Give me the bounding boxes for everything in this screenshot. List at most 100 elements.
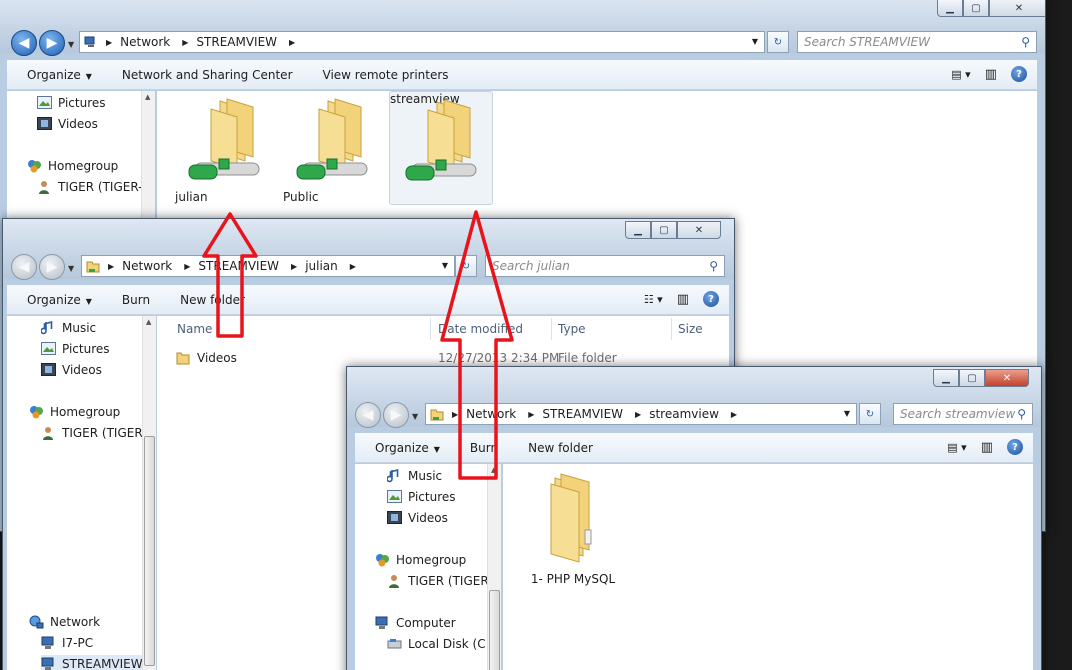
share-label-julian: julian <box>175 190 208 204</box>
tree-item-pictures[interactable]: Pictures <box>37 94 106 112</box>
minimize-button[interactable]: ▁ <box>937 0 963 17</box>
preview-pane-icon[interactable]: ▥ <box>981 440 993 455</box>
search-icon: ⚲ <box>1021 35 1030 49</box>
network-share-folder-icon <box>188 98 260 180</box>
tree-item-homegroup[interactable]: Homegroup <box>27 157 118 175</box>
breadcrumb-streamview[interactable]: STREAMVIEW <box>198 259 279 273</box>
address-dropdown[interactable]: ▼ <box>844 409 850 418</box>
change-view-icon[interactable]: ☷ ▾ <box>644 293 663 306</box>
breadcrumb-julian[interactable]: julian <box>305 259 338 273</box>
tree-item-i7-pc[interactable]: I7-PC <box>41 634 93 652</box>
preview-pane-icon[interactable]: ▥ <box>677 292 689 307</box>
refresh-button[interactable]: ↻ <box>859 403 881 425</box>
new-folder-button[interactable]: New folder <box>180 293 245 307</box>
organize-button[interactable]: Organize ▼ <box>27 68 92 82</box>
new-folder-button[interactable]: New folder <box>528 441 593 455</box>
folder-icon <box>550 473 592 563</box>
share-item-public[interactable]: Public <box>283 95 383 205</box>
minimize-button[interactable]: ▁ <box>933 369 959 387</box>
forward-button[interactable]: ▶ <box>39 30 65 56</box>
address-dropdown[interactable]: ▼ <box>442 261 448 270</box>
tree-item-pictures[interactable]: Pictures <box>387 488 456 506</box>
column-header-type[interactable]: Type <box>558 322 586 336</box>
back-button[interactable]: ◀ <box>11 254 37 280</box>
tree-item-computer[interactable]: Computer <box>375 614 456 632</box>
maximize-button[interactable]: ▢ <box>959 369 985 387</box>
address-bar[interactable]: ▶ Network ▶ STREAMVIEW ▶ streamview ▶ ▼ <box>425 403 857 425</box>
network-sharing-center-button[interactable]: Network and Sharing Center <box>122 68 293 82</box>
network-share-folder-icon <box>405 99 477 181</box>
search-input[interactable]: Search STREAMVIEW ⚲ <box>797 31 1037 53</box>
tree-item-pictures[interactable]: Pictures <box>41 340 110 358</box>
address-dropdown[interactable]: ▼ <box>752 37 758 46</box>
burn-button[interactable]: Burn <box>470 441 498 455</box>
help-icon[interactable]: ? <box>703 291 719 307</box>
burn-button[interactable]: Burn <box>122 293 150 307</box>
tree-item-tiger[interactable]: TIGER (TIGER-P <box>387 572 489 590</box>
window-streamview: ▁ ▢ ✕ ◀ ▶ ▼ ▶ Network ▶ STREAMVIEW ▶ str… <box>346 366 1042 670</box>
change-view-icon[interactable]: ▤ ▾ <box>947 441 966 454</box>
scrollbar-thumb[interactable] <box>144 436 155 666</box>
recent-pages-dropdown[interactable]: ▼ <box>68 264 74 273</box>
user-icon <box>387 574 402 588</box>
tree-item-tiger[interactable]: TIGER (TIGER-P <box>41 424 145 442</box>
breadcrumb-network[interactable]: Network <box>122 259 172 273</box>
recent-pages-dropdown[interactable]: ▼ <box>68 40 74 49</box>
tree-item-network[interactable]: Network <box>29 613 100 631</box>
change-view-icon[interactable]: ▤ ▾ <box>951 68 970 81</box>
recent-pages-dropdown[interactable]: ▼ <box>412 412 418 421</box>
tree-item-homegroup[interactable]: Homegroup <box>375 551 466 569</box>
minimize-button[interactable]: ▁ <box>625 221 651 239</box>
breadcrumb-streamview-share[interactable]: streamview <box>649 407 719 421</box>
forward-button[interactable]: ▶ <box>39 254 65 280</box>
refresh-button[interactable]: ↻ <box>455 255 477 277</box>
address-bar[interactable]: ▶ Network ▶ STREAMVIEW ▶ ▼ <box>79 31 765 53</box>
navigation-scrollbar[interactable]: ▲ <box>142 316 156 670</box>
organize-button[interactable]: Organize ▼ <box>375 441 440 455</box>
tree-item-tiger[interactable]: TIGER (TIGER-P <box>37 178 149 196</box>
maximize-button[interactable]: ▢ <box>963 0 989 17</box>
share-label-public: Public <box>283 190 319 204</box>
tree-item-videos[interactable]: Videos <box>37 115 98 133</box>
tree-item-videos[interactable]: Videos <box>41 361 102 379</box>
breadcrumb-network[interactable]: Network <box>466 407 516 421</box>
column-header-name[interactable]: Name <box>177 322 212 336</box>
address-bar[interactable]: ▶ Network ▶ STREAMVIEW ▶ julian ▶ ▼ <box>81 255 455 277</box>
column-header-size[interactable]: Size <box>678 322 703 336</box>
help-icon[interactable]: ? <box>1011 66 1027 82</box>
maximize-button[interactable]: ▢ <box>651 221 677 239</box>
tree-item-streamview[interactable]: STREAMVIEW <box>41 655 145 670</box>
computer-icon <box>41 636 56 650</box>
close-button[interactable]: ✕ <box>677 221 721 239</box>
navigation-scrollbar[interactable]: ▲ <box>487 464 501 670</box>
help-icon[interactable]: ? <box>1007 439 1023 455</box>
share-item-streamview[interactable]: streamview <box>389 91 493 205</box>
column-header-date[interactable]: Date modified <box>438 322 523 336</box>
back-button[interactable]: ◀ <box>11 30 37 56</box>
window-caption-buttons: ▁ ▢ ✕ <box>625 221 721 241</box>
search-input[interactable]: Search streamview ⚲ <box>893 403 1033 425</box>
close-button[interactable]: ✕ <box>985 369 1029 387</box>
folder-label: 1- PHP MySQL <box>530 572 616 586</box>
table-row[interactable]: Videos 12/27/2013 2:34 PM File folder <box>175 348 725 368</box>
close-button[interactable]: ✕ <box>989 0 1045 17</box>
preview-pane-icon[interactable]: ▥ <box>985 67 997 82</box>
tree-item-music[interactable]: Music <box>40 319 96 337</box>
refresh-button[interactable]: ↻ <box>767 31 789 53</box>
share-item-julian[interactable]: julian <box>175 95 275 205</box>
tree-item-music[interactable]: Music <box>386 467 442 485</box>
search-input[interactable]: Search julian ⚲ <box>485 255 725 277</box>
view-remote-printers-button[interactable]: View remote printers <box>323 68 449 82</box>
organize-button[interactable]: Organize ▼ <box>27 293 92 307</box>
tree-item-local-disk[interactable]: Local Disk (C:) <box>387 635 489 653</box>
forward-button[interactable]: ▶ <box>383 402 409 428</box>
folder-item[interactable]: 1- PHP MySQL <box>525 470 621 594</box>
tree-item-videos[interactable]: Videos <box>387 509 448 527</box>
breadcrumb-streamview[interactable]: STREAMVIEW <box>196 35 277 49</box>
window-caption-buttons: ▁ ▢ ✕ <box>933 369 1029 389</box>
tree-item-homegroup[interactable]: Homegroup <box>29 403 120 421</box>
breadcrumb-network[interactable]: Network <box>120 35 170 49</box>
scrollbar-thumb[interactable] <box>489 590 500 670</box>
breadcrumb-streamview[interactable]: STREAMVIEW <box>542 407 623 421</box>
back-button[interactable]: ◀ <box>355 402 381 428</box>
